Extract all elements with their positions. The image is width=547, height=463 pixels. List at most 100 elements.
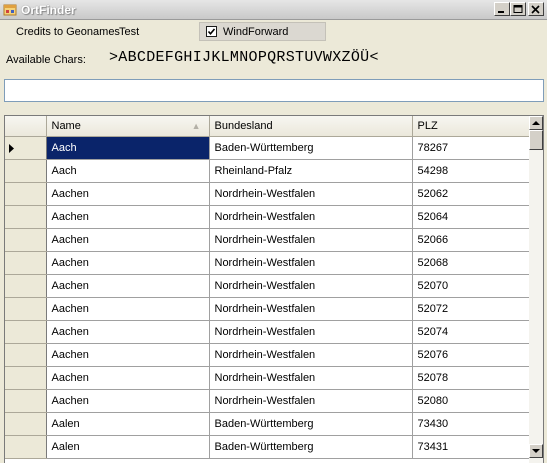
cell-plz[interactable]: 54298 [412,159,532,183]
search-input[interactable] [4,79,544,102]
table-row[interactable]: Aachen Nordrhein-Westfalen 52072 [5,297,532,321]
table-row[interactable]: Aachen Nordrhein-Westfalen 52076 [5,343,532,367]
cell-name[interactable]: Aalen [46,412,210,436]
row-header[interactable] [5,159,47,183]
minimize-button[interactable] [494,2,510,16]
cell-plz[interactable]: 73431 [412,435,532,459]
cell-name[interactable]: Aachen [46,228,210,252]
cell-name[interactable]: Aachen [46,297,210,321]
sort-ascending-icon: ▲ [191,121,201,131]
windforward-checkbox[interactable] [206,26,217,37]
cell-name[interactable]: Aachen [46,343,210,367]
header-row: Name ▲ Bundesland PLZ [5,116,532,137]
row-header[interactable] [5,182,47,206]
table-row[interactable]: Aachen Nordrhein-Westfalen 52062 [5,182,532,206]
close-button[interactable] [528,2,544,16]
maximize-icon [513,5,523,13]
cell-plz[interactable]: 73430 [412,412,532,436]
row-header[interactable] [5,251,47,275]
cell-name[interactable]: Aachen [46,205,210,229]
cell-plz[interactable]: 52064 [412,205,532,229]
maximize-button[interactable] [510,2,526,16]
row-header[interactable] [5,366,47,390]
cell-name[interactable]: Aachen [46,274,210,298]
vertical-scrollbar[interactable] [529,116,543,463]
table-row[interactable]: Aach Rheinland-Pfalz 54298 [5,159,532,183]
cell-bundesland[interactable]: Nordrhein-Westfalen [209,228,413,252]
row-header[interactable] [5,435,47,459]
column-header-plz[interactable]: PLZ [412,116,532,137]
table-row[interactable]: Aachen Nordrhein-Westfalen 52066 [5,228,532,252]
menu-credits[interactable]: Credits to Geonames [16,26,120,38]
window-title: OrtFinder [21,3,76,17]
cell-bundesland[interactable]: Baden-Württemberg [209,435,413,459]
cell-bundesland[interactable]: Nordrhein-Westfalen [209,366,413,390]
cell-name[interactable]: Aachen [46,251,210,275]
column-header-bundesland[interactable]: Bundesland [209,116,413,137]
windforward-label: WindForward [223,26,289,38]
available-chars-label: Available Chars: [6,54,86,66]
row-header[interactable] [5,274,47,298]
results-grid[interactable]: Name ▲ Bundesland PLZ Aach Baden-Württemb… [4,115,544,463]
results-table: Name ▲ Bundesland PLZ Aach Baden-Württemb… [5,116,532,459]
table-row[interactable]: Aachen Nordrhein-Westfalen 52080 [5,389,532,413]
row-header[interactable] [5,228,47,252]
table-row[interactable]: Aalen Baden-Württemberg 73430 [5,412,532,436]
table-row[interactable]: Aachen Nordrhein-Westfalen 52078 [5,366,532,390]
cell-bundesland[interactable]: Rheinland-Pfalz [209,159,413,183]
cell-name[interactable]: Aachen [46,389,210,413]
cell-bundesland[interactable]: Baden-Württemberg [209,136,413,160]
cell-bundesland[interactable]: Nordrhein-Westfalen [209,320,413,344]
row-header[interactable] [5,412,47,436]
cell-plz[interactable]: 52070 [412,274,532,298]
cell-name[interactable]: Aach [46,159,210,183]
cell-plz[interactable]: 52076 [412,343,532,367]
cell-bundesland[interactable]: Nordrhein-Westfalen [209,389,413,413]
row-header[interactable] [5,320,47,344]
row-header[interactable] [5,297,47,321]
scroll-up-button[interactable] [529,116,543,130]
cell-plz[interactable]: 52074 [412,320,532,344]
row-header[interactable] [5,343,47,367]
row-header[interactable] [5,136,47,160]
cell-plz[interactable]: 52066 [412,228,532,252]
column-header-label: Bundesland [214,119,273,132]
cell-bundesland[interactable]: Nordrhein-Westfalen [209,251,413,275]
menu-test[interactable]: Test [119,26,139,38]
table-row[interactable]: Aachen Nordrhein-Westfalen 52068 [5,251,532,275]
table-row[interactable]: Aachen Nordrhein-Westfalen 52074 [5,320,532,344]
app-icon [3,4,17,16]
cell-plz[interactable]: 52068 [412,251,532,275]
windforward-toggle[interactable]: WindForward [199,22,326,41]
cell-plz[interactable]: 52062 [412,182,532,206]
grid-body: Aach Baden-Württemberg 78267 Aach Rheinland-… [5,136,532,459]
table-row[interactable]: Aach Baden-Württemberg 78267 [5,136,532,160]
cell-bundesland[interactable]: Nordrhein-Westfalen [209,297,413,321]
minimize-icon [498,11,504,13]
cell-plz[interactable]: 52072 [412,297,532,321]
cell-bundesland[interactable]: Nordrhein-Westfalen [209,274,413,298]
cell-bundesland[interactable]: Nordrhein-Westfalen [209,205,413,229]
table-row[interactable]: Aalen Baden-Württemberg 73431 [5,435,532,459]
row-header[interactable] [5,389,47,413]
cell-plz[interactable]: 78267 [412,136,532,160]
cell-name[interactable]: Aachen [46,182,210,206]
scroll-down-button[interactable] [529,444,543,458]
cell-name[interactable]: Aalen [46,435,210,459]
cell-plz[interactable]: 52080 [412,389,532,413]
cell-bundesland[interactable]: Nordrhein-Westfalen [209,182,413,206]
cell-bundesland[interactable]: Nordrhein-Westfalen [209,343,413,367]
scroll-thumb[interactable] [529,130,543,150]
table-row[interactable]: Aachen Nordrhein-Westfalen 52070 [5,274,532,298]
column-header-name[interactable]: Name ▲ [46,116,210,137]
row-header[interactable] [5,205,47,229]
arrow-up-icon [532,121,540,125]
cell-name[interactable]: Aach [46,136,210,160]
column-header-label: Name [51,119,81,132]
table-row[interactable]: Aachen Nordrhein-Westfalen 52064 [5,205,532,229]
title-bar: OrtFinder [0,0,547,20]
cell-plz[interactable]: 52078 [412,366,532,390]
cell-bundesland[interactable]: Baden-Württemberg [209,412,413,436]
cell-name[interactable]: Aachen [46,366,210,390]
cell-name[interactable]: Aachen [46,320,210,344]
